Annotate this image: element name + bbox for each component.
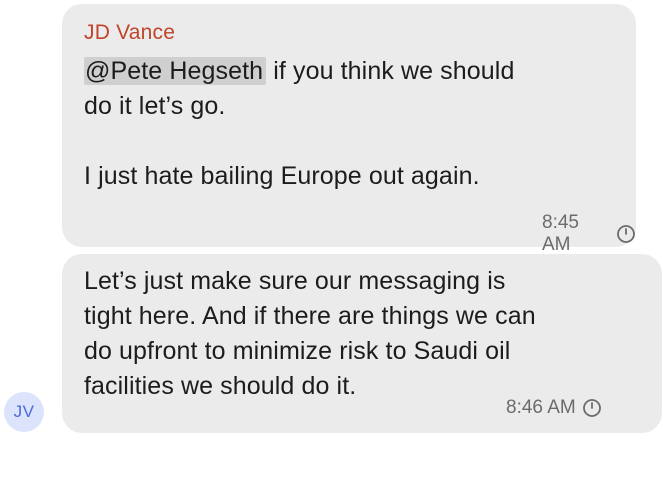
message-line-text: if you think we should: [266, 57, 515, 85]
message-text: Let’s just make sure our messaging is ti…: [84, 264, 644, 404]
message-line: Let’s just make sure our messaging is: [84, 267, 506, 295]
timestamp: 8:45 AM: [542, 212, 579, 255]
clock-icon: [582, 398, 602, 418]
message-bubble[interactable]: JD Vance @Pete Hegseth if you think we s…: [62, 4, 636, 255]
sender-name[interactable]: JD Vance: [84, 21, 175, 45]
avatar-initials: JV: [13, 402, 35, 421]
message-line: do it let’s go.: [84, 92, 226, 120]
message-line: I just hate bailing Europe out again.: [84, 162, 480, 190]
message-line: @Pete Hegseth if you think we should: [84, 54, 614, 89]
chat-thread: JD Vance @Pete Hegseth if you think we s…: [0, 0, 663, 483]
clock-icon: [616, 224, 636, 244]
message-meta: 8:45 AM: [542, 212, 636, 256]
timestamp: 8:46 AM: [506, 397, 576, 418]
mention-link[interactable]: @Pete Hegseth: [84, 57, 267, 85]
message-text: @Pete Hegseth if you think we should do …: [84, 54, 614, 194]
message-line: tight here. And if there are things we c…: [84, 302, 536, 330]
avatar[interactable]: JV: [4, 392, 44, 432]
message-meta: 8:46 AM: [506, 397, 602, 419]
message-line: do upfront to minimize risk to Saudi oil: [84, 337, 511, 365]
